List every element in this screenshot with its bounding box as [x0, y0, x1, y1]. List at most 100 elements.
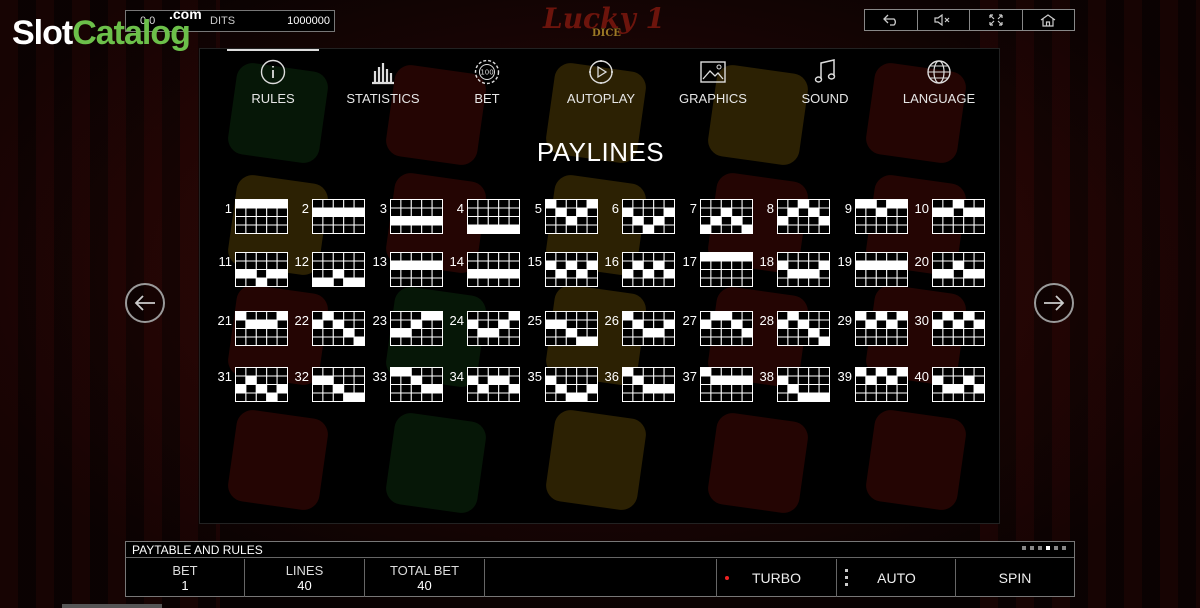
- payline-cell: [498, 384, 510, 394]
- payline-cell-active: [467, 375, 479, 385]
- payline-cell-active: [498, 375, 510, 385]
- payline-cell: [973, 216, 985, 226]
- payline-cell: [720, 224, 733, 234]
- payline-cell: [266, 260, 278, 270]
- payline-cell: [555, 367, 567, 377]
- tab-rules[interactable]: RULES: [218, 59, 328, 106]
- payline-cell: [410, 392, 423, 402]
- payline-number: 19: [837, 254, 852, 269]
- payline-cell: [322, 328, 334, 338]
- payline-cell: [421, 336, 433, 346]
- payline-cell: [865, 384, 877, 394]
- payline-item: 22: [279, 311, 365, 347]
- payline-item: 16: [589, 252, 675, 288]
- payline-cell: [700, 260, 712, 270]
- payline-cell-active: [720, 252, 733, 262]
- tab-autoplay[interactable]: AUTOPLAY: [546, 59, 656, 106]
- payline-cell-active: [410, 375, 423, 385]
- payline-cell: [942, 336, 954, 346]
- payline-cell: [467, 199, 479, 209]
- tab-language[interactable]: LANGUAGE: [884, 59, 994, 106]
- payline-cell-active: [642, 328, 655, 338]
- payline-cell: [421, 252, 433, 262]
- payline-cell: [777, 252, 789, 262]
- payline-cell: [932, 328, 944, 338]
- spin-button[interactable]: SPIN: [955, 559, 1074, 597]
- mute-button[interactable]: [918, 10, 970, 30]
- bg-die: [226, 408, 330, 512]
- payline-cell: [731, 384, 743, 394]
- payline-cell: [421, 277, 433, 287]
- payline-cell-active: [777, 260, 789, 270]
- tab-bet[interactable]: 100 BET: [432, 59, 542, 106]
- auto-button[interactable]: AUTO: [836, 559, 956, 597]
- payline-cell: [963, 392, 975, 402]
- payline-cell-active: [332, 207, 345, 217]
- payline-number: 32: [294, 369, 309, 384]
- payline-number: 1: [224, 201, 232, 216]
- tab-statistics[interactable]: STATISTICS: [328, 59, 438, 106]
- payline-cell: [343, 336, 355, 346]
- payline-cell: [410, 328, 423, 338]
- payline-cell-active: [808, 328, 820, 338]
- payline-cell: [777, 311, 789, 321]
- payline-cell-active: [808, 392, 820, 402]
- payline-cell: [322, 216, 334, 226]
- payline-cell: [865, 216, 877, 226]
- next-page-button[interactable]: [1034, 283, 1074, 323]
- payline-cell-active: [875, 311, 888, 321]
- fullscreen-button[interactable]: [970, 10, 1023, 30]
- bg-die: [544, 408, 648, 512]
- payline-cell-active: [731, 375, 743, 385]
- payline-cell: [632, 384, 644, 394]
- payline-number: 16: [604, 254, 619, 269]
- payline-cell: [245, 384, 257, 394]
- payline-cell-active: [255, 199, 268, 209]
- payline-cell-active: [731, 216, 743, 226]
- payline-cell-active: [942, 384, 954, 394]
- horizontal-scrollbar[interactable]: [62, 604, 162, 608]
- payline-cell: [477, 207, 489, 217]
- payline-cell: [777, 277, 789, 287]
- turbo-label: TURBO: [752, 570, 801, 586]
- payline-item: 12: [279, 252, 365, 288]
- payline-cell-active: [932, 269, 944, 279]
- payline-item: 14: [434, 252, 520, 288]
- payline-cell: [787, 392, 799, 402]
- payline-cell: [477, 375, 489, 385]
- payline-number: 21: [217, 313, 232, 328]
- payline-cell: [565, 252, 578, 262]
- payline-cell: [700, 336, 712, 346]
- payline-cell-active: [343, 207, 355, 217]
- tab-graphics[interactable]: GRAPHICS: [658, 59, 768, 106]
- payline-cell-active: [942, 269, 954, 279]
- payline-cell-active: [808, 269, 820, 279]
- previous-page-button[interactable]: [125, 283, 165, 323]
- payline-cell-active: [642, 269, 655, 279]
- payline-cell: [942, 328, 954, 338]
- payline-cell-active: [797, 319, 810, 329]
- payline-item: 26: [589, 311, 675, 347]
- payline-cell-active: [487, 375, 500, 385]
- payline-cell: [942, 367, 954, 377]
- payline-cell: [720, 384, 733, 394]
- payline-cell: [343, 224, 355, 234]
- payline-cell: [642, 260, 655, 270]
- payline-cell-active: [622, 311, 634, 321]
- payline-cell-active: [787, 269, 799, 279]
- home-button[interactable]: [1023, 10, 1075, 30]
- payline-cell: [477, 392, 489, 402]
- bet-display[interactable]: BET 1: [126, 559, 245, 597]
- payline-cell-active: [565, 328, 578, 338]
- payline-cell: [390, 224, 402, 234]
- turbo-button[interactable]: TURBO: [716, 559, 836, 597]
- payline-item: 32: [279, 367, 365, 403]
- payline-cell: [952, 336, 965, 346]
- tab-sound[interactable]: SOUND: [770, 59, 880, 106]
- payline-cell: [952, 216, 965, 226]
- payline-cell: [266, 336, 278, 346]
- payline-cell: [545, 367, 557, 377]
- back-button[interactable]: [865, 10, 918, 30]
- lines-display[interactable]: LINES 40: [245, 559, 365, 597]
- bg-die: [864, 408, 968, 512]
